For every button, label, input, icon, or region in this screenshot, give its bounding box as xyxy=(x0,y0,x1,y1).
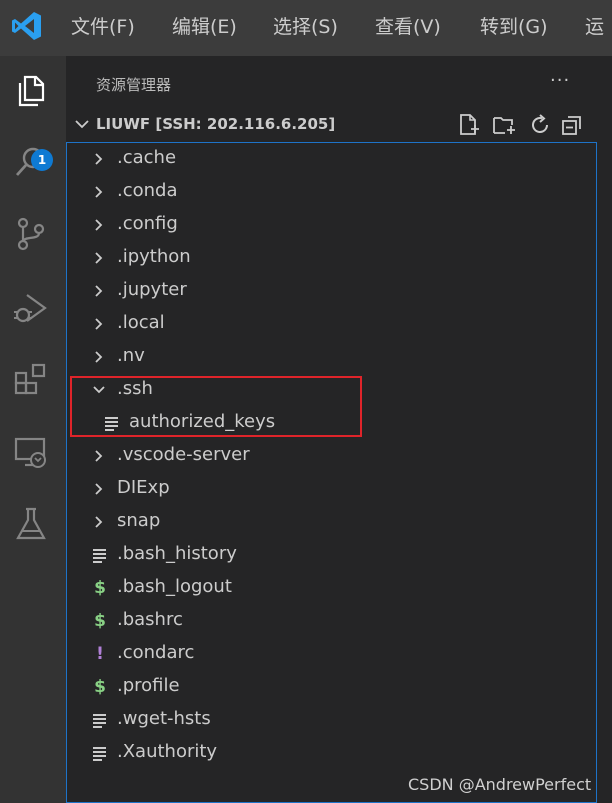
chevron-right-icon xyxy=(95,285,103,297)
vscode-logo[interactable] xyxy=(9,9,43,43)
activity-bar: 1 xyxy=(0,56,66,803)
tree-item-label: .condarc xyxy=(117,642,195,663)
tree-item-label: .bashrc xyxy=(117,609,183,630)
extensions-icon[interactable] xyxy=(13,362,49,398)
menu-selection[interactable]: 选择(S) xyxy=(273,12,338,39)
files-badge: 1 xyxy=(31,149,53,171)
tree-item-label: .Xauthority xyxy=(117,741,218,762)
chevron-right-icon xyxy=(95,450,103,462)
remote-explorer-icon[interactable] xyxy=(13,434,49,470)
workspace-title: LIUWF [SSH: 202.116.6.205] xyxy=(96,115,336,133)
menu-bar: 文件(F) 编辑(E) 选择(S) 查看(V) 转到(G) 运 xyxy=(0,0,612,56)
tree-item-label: .wget-hsts xyxy=(117,708,211,729)
tree-item-label: .config xyxy=(117,213,178,234)
run-debug-icon[interactable] xyxy=(13,290,49,326)
tree-item-label: .profile xyxy=(117,675,180,696)
chevron-right-icon xyxy=(95,516,103,528)
tree-item-label: .conda xyxy=(117,180,178,201)
file-row[interactable]: ! .condarc xyxy=(67,638,596,671)
tree-item-label: .ipython xyxy=(117,246,191,267)
tree-item-label: DIExp xyxy=(117,477,170,498)
workspace-section-header[interactable]: LIUWF [SSH: 202.116.6.205] xyxy=(66,112,612,140)
explorer-title: 资源管理器 xyxy=(96,76,172,94)
menu-run[interactable]: 运 xyxy=(585,12,604,39)
more-actions-icon[interactable]: ··· xyxy=(550,70,570,91)
folder-row[interactable]: DIExp xyxy=(67,473,596,506)
chevron-right-icon xyxy=(95,153,103,165)
lines-file-icon xyxy=(93,747,106,761)
file-row[interactable]: .bash_history xyxy=(67,539,596,572)
file-tree: .cache .conda .config .ipython .jupyter .loca… xyxy=(66,142,597,803)
file-row[interactable]: $ .bash_logout xyxy=(67,572,596,605)
shell-dollar-icon: $ xyxy=(94,578,106,598)
chevron-right-icon xyxy=(95,186,103,198)
collapse-all-icon[interactable] xyxy=(560,113,584,137)
menu-view[interactable]: 查看(V) xyxy=(375,12,441,39)
new-file-icon[interactable] xyxy=(456,113,480,137)
folder-row[interactable]: .cache xyxy=(67,143,596,176)
chevron-right-icon xyxy=(95,252,103,264)
section-actions xyxy=(456,112,592,140)
exclamation-file-icon: ! xyxy=(96,644,104,664)
file-row[interactable]: $ .profile xyxy=(67,671,596,704)
new-folder-icon[interactable] xyxy=(492,113,516,137)
chevron-right-icon xyxy=(95,318,103,330)
highlight-box xyxy=(70,376,362,437)
folder-row[interactable]: .nv xyxy=(67,341,596,374)
chevron-right-icon xyxy=(95,351,103,363)
watermark: CSDN @AndrewPerfect xyxy=(408,775,592,794)
source-control-icon[interactable] xyxy=(13,216,49,252)
chevron-right-icon xyxy=(95,483,103,495)
lines-file-icon xyxy=(93,549,106,563)
file-row[interactable]: $ .bashrc xyxy=(67,605,596,638)
tree-item-label: .bash_history xyxy=(117,543,237,564)
folder-row[interactable]: .config xyxy=(67,209,596,242)
tree-item-label: .local xyxy=(117,312,165,333)
folder-row[interactable]: snap xyxy=(67,506,596,539)
folder-row[interactable]: .local xyxy=(67,308,596,341)
explorer-sidebar: 资源管理器 ··· LIUWF [SSH: 202.116.6.205] .ca… xyxy=(66,56,612,803)
file-row[interactable]: .Xauthority xyxy=(67,737,596,770)
chevron-down-icon xyxy=(75,120,89,129)
folder-row[interactable]: .conda xyxy=(67,176,596,209)
shell-dollar-icon: $ xyxy=(94,677,106,697)
files-icon[interactable] xyxy=(13,73,49,109)
tree-item-label: .bash_logout xyxy=(117,576,232,597)
folder-row[interactable]: .vscode-server xyxy=(67,440,596,473)
menu-edit[interactable]: 编辑(E) xyxy=(172,12,237,39)
tree-item-label: .jupyter xyxy=(117,279,187,300)
testing-icon[interactable] xyxy=(13,506,49,542)
menu-file[interactable]: 文件(F) xyxy=(71,12,135,39)
refresh-icon[interactable] xyxy=(528,113,552,137)
tree-item-label: .nv xyxy=(117,345,145,366)
shell-dollar-icon: $ xyxy=(94,611,106,631)
tree-item-label: .vscode-server xyxy=(117,444,250,465)
folder-row[interactable]: .jupyter xyxy=(67,275,596,308)
file-row[interactable]: .wget-hsts xyxy=(67,704,596,737)
tree-item-label: snap xyxy=(117,510,161,531)
menu-go[interactable]: 转到(G) xyxy=(480,12,548,39)
lines-file-icon xyxy=(93,714,106,728)
tree-item-label: .cache xyxy=(117,147,177,168)
folder-row[interactable]: .ipython xyxy=(67,242,596,275)
chevron-right-icon xyxy=(95,219,103,231)
